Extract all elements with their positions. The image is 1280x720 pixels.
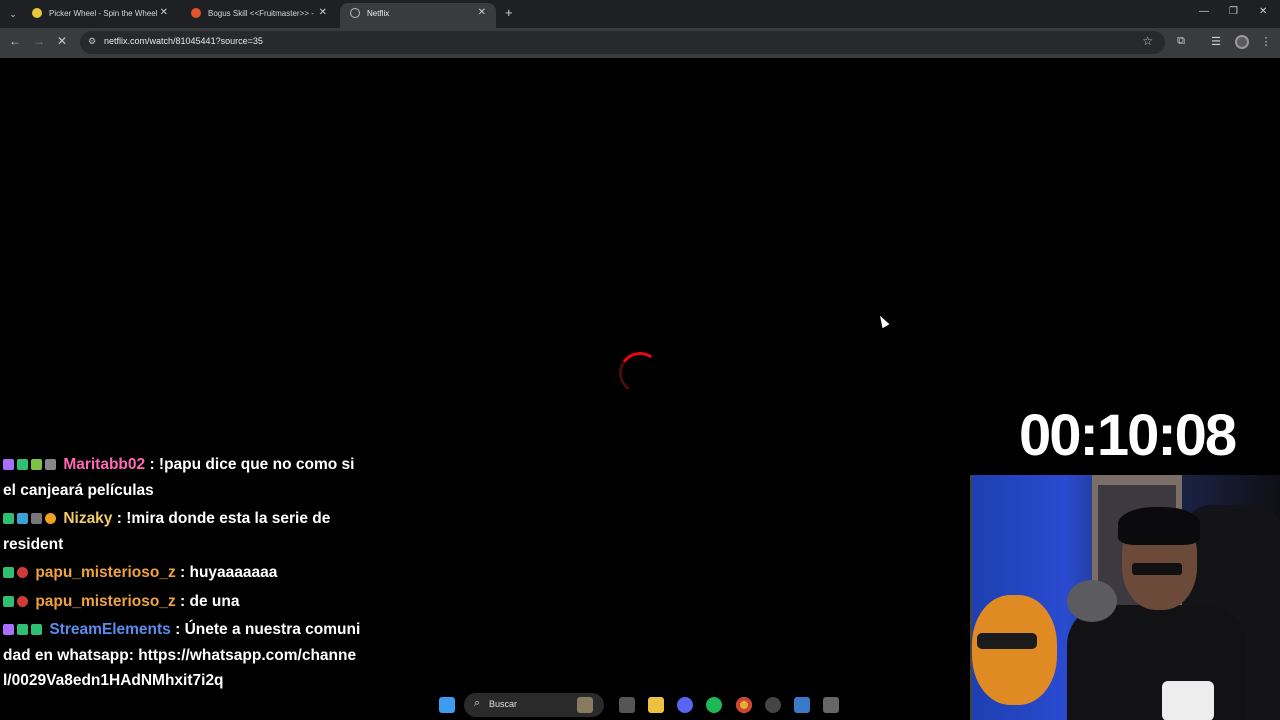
stop-button[interactable]: ✕ xyxy=(57,34,67,48)
stream-timer: 00:10:08 xyxy=(1019,403,1237,468)
loading-favicon-icon xyxy=(350,8,360,18)
badge-icon xyxy=(17,595,28,607)
chrome-icon[interactable] xyxy=(736,697,752,713)
chat-username: papu_misterioso_z xyxy=(35,564,176,581)
close-window-button[interactable]: ✕ xyxy=(1259,6,1267,17)
url-text[interactable]: netflix.com/watch/81045441?source=35 xyxy=(104,36,263,46)
tab-bogus-skill[interactable]: Bogus Skill <<Fruitmaster>> - ✕ xyxy=(181,3,337,28)
chat-username: Maritabb02 xyxy=(63,456,146,473)
badge-icon xyxy=(31,459,42,470)
badge-icon xyxy=(17,567,28,578)
search-highlight-icon xyxy=(577,697,593,713)
profile-avatar[interactable] xyxy=(1235,35,1249,49)
badge-icon xyxy=(3,595,14,607)
chat-message: papu_misterioso_z : de una xyxy=(3,589,363,615)
plush-toy xyxy=(972,595,1057,705)
mug xyxy=(1162,681,1214,720)
tab-picker-wheel[interactable]: Picker Wheel - Spin the Wheel ✕ xyxy=(22,3,178,28)
streamer-hair xyxy=(1118,507,1200,545)
tab-search-icon[interactable]: ⌄ xyxy=(5,6,21,22)
chat-overlay: Maritabb02 : !papu dice que no como si e… xyxy=(3,452,363,697)
tab-strip: ⌄ Picker Wheel - Spin the Wheel ✕ Bogus … xyxy=(0,0,1280,28)
chat-text: : huyaaaaaaa xyxy=(175,564,278,581)
browser-toolbar: ← → ✕ ⚙ netflix.com/watch/81045441?sourc… xyxy=(0,28,1280,58)
badge-icon xyxy=(17,513,28,524)
mouse-cursor-icon xyxy=(876,313,890,329)
streamer-body xyxy=(1067,605,1247,720)
search-icon: ⌕ xyxy=(474,697,481,709)
discord-icon[interactable] xyxy=(677,697,693,713)
plush-sunglasses xyxy=(977,633,1037,649)
picker-wheel-favicon-icon xyxy=(32,8,42,18)
new-tab-button[interactable]: + xyxy=(505,5,513,20)
tab-title: Bogus Skill <<Fruitmaster>> - xyxy=(208,9,314,18)
close-tab-icon[interactable]: ✕ xyxy=(160,7,168,18)
webcam-feed xyxy=(970,475,1280,720)
badge-icon xyxy=(17,624,28,635)
badge-icon xyxy=(17,459,28,470)
badge-icon xyxy=(3,513,14,524)
chat-message: papu_misterioso_z : huyaaaaaaa xyxy=(3,560,363,586)
spotify-icon[interactable] xyxy=(706,697,722,713)
file-explorer-icon[interactable] xyxy=(648,697,664,713)
back-button[interactable]: ← xyxy=(9,34,21,48)
close-tab-icon[interactable]: ✕ xyxy=(478,7,486,18)
chat-message: Nizaky : !mira donde esta la serie de re… xyxy=(3,506,363,557)
menu-icon[interactable]: ⋮ xyxy=(1259,35,1273,49)
chat-username: papu_misterioso_z xyxy=(35,592,176,610)
screen: ⌄ Picker Wheel - Spin the Wheel ✕ Bogus … xyxy=(0,0,1280,720)
badge-icon xyxy=(3,624,14,635)
tab-title: Picker Wheel - Spin the Wheel xyxy=(49,9,157,18)
calculator-icon[interactable] xyxy=(823,697,839,713)
bookmark-star-icon[interactable]: ☆ xyxy=(1142,34,1153,48)
badge-icon xyxy=(45,513,56,524)
windows-start-icon[interactable] xyxy=(439,697,455,713)
taskbar: ⌕ Buscar xyxy=(380,690,850,720)
chat-message: Maritabb02 : !papu dice que no como si e… xyxy=(3,452,363,503)
microphone xyxy=(1067,580,1117,622)
chat-username: Nizaky xyxy=(63,510,113,527)
search-label: Buscar xyxy=(489,699,518,709)
badge-icon xyxy=(3,567,14,578)
address-bar[interactable]: ⚙ netflix.com/watch/81045441?source=35 ☆ xyxy=(80,31,1165,54)
badge-icon xyxy=(3,459,14,470)
task-view-icon[interactable] xyxy=(619,697,635,713)
tab-title: Netflix xyxy=(367,9,390,18)
restore-button[interactable]: ❐ xyxy=(1229,6,1238,17)
forward-button[interactable]: → xyxy=(33,34,45,48)
loading-spinner xyxy=(615,348,665,398)
sunglasses xyxy=(1132,563,1182,575)
media-controls-icon[interactable]: ☰ xyxy=(1209,35,1223,49)
minimize-button[interactable]: — xyxy=(1199,6,1209,17)
bogus-skill-favicon-icon xyxy=(191,8,201,18)
chat-text: : de una xyxy=(175,592,240,610)
site-info-icon[interactable]: ⚙ xyxy=(88,36,98,46)
close-tab-icon[interactable]: ✕ xyxy=(319,7,327,18)
extensions-icon[interactable]: ⧉ xyxy=(1174,35,1188,49)
app-icon[interactable] xyxy=(765,697,781,713)
tab-netflix[interactable]: Netflix ✕ xyxy=(340,3,496,28)
badge-icon xyxy=(31,624,42,635)
chat-message: StreamElements : Únete a nuestra comunid… xyxy=(3,617,363,694)
chat-username: StreamElements xyxy=(49,621,171,638)
badge-icon xyxy=(31,513,42,524)
notes-icon[interactable] xyxy=(794,697,810,713)
badge-icon xyxy=(45,459,56,470)
